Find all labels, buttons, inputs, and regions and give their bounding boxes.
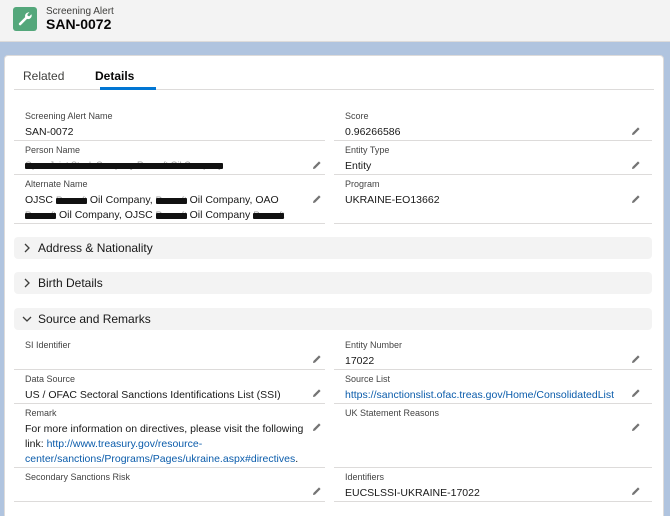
field-source-list: Source List https://sanctionslist.ofac.t…: [334, 370, 652, 404]
field-label: Identifiers: [345, 472, 385, 482]
field-value: EUCSLSSI-UKRAINE-17022: [345, 487, 480, 499]
pencil-icon[interactable]: [631, 160, 641, 170]
field-score: Score 0.96266586: [334, 107, 652, 141]
record-header: Screening Alert SAN-0072: [0, 0, 670, 42]
field-identifiers: Identifiers EUCSLSSI-UKRAINE-17022: [334, 468, 652, 502]
pencil-icon[interactable]: [631, 354, 641, 364]
source-list-link[interactable]: https://sanctionslist.ofac.treas.gov/Hom…: [345, 388, 614, 403]
field-secondary-sanctions-risk: Secondary Sanctions Risk: [14, 468, 325, 502]
chevron-right-icon: [24, 243, 30, 253]
field-label: Entity Number: [345, 340, 403, 350]
field-label: Entity Type: [345, 145, 390, 155]
field-si-identifier: SI Identifier: [14, 336, 325, 370]
field-label: Screening Alert Name: [25, 111, 113, 121]
field-value: US / OFAC Sectoral Sanctions Identificat…: [25, 389, 281, 401]
active-tab-indicator: [100, 87, 156, 90]
field-uk-statement-reasons: UK Statement Reasons: [334, 404, 652, 468]
chevron-down-icon: [22, 316, 32, 322]
pencil-icon[interactable]: [312, 486, 322, 496]
section-source-remarks[interactable]: Source and Remarks: [14, 308, 652, 330]
pencil-icon[interactable]: [631, 194, 641, 204]
remark-link[interactable]: http://www.treasury.gov/resource-: [47, 438, 203, 450]
section-title: Birth Details: [38, 276, 103, 290]
field-entity-type: Entity Type Entity: [334, 141, 652, 175]
section-birth-details[interactable]: Birth Details: [14, 272, 652, 294]
pencil-icon[interactable]: [631, 126, 641, 136]
field-value: UKRAINE-EO13662: [345, 194, 440, 206]
wrench-icon: [13, 7, 37, 31]
field-entity-number: Entity Number 17022: [334, 336, 652, 370]
field-value: OJSC Rosneft Oil Company, Rosneft Oil Co…: [25, 193, 285, 223]
pencil-icon[interactable]: [631, 388, 641, 398]
section-title: Address & Nationality: [38, 241, 153, 255]
field-value: Open Joint Stock Company Rosneft Oil Com…: [25, 158, 223, 173]
remark-link-continued[interactable]: center/sanctions/Programs/Pages/ukraine.…: [25, 453, 295, 465]
field-value: 0.96266586: [345, 126, 401, 138]
field-value: SAN-0072: [25, 126, 74, 138]
tab-details[interactable]: Details: [95, 69, 134, 83]
field-person-name: Person Name Open Joint Stock Company Ros…: [14, 141, 325, 175]
field-label: Secondary Sanctions Risk: [25, 472, 131, 482]
field-value: Entity: [345, 160, 372, 172]
field-label: Score: [345, 111, 369, 121]
field-value: 17022: [345, 355, 375, 367]
field-alternate-name: Alternate Name OJSC Rosneft Oil Company,…: [14, 175, 325, 224]
redacted-person-name: Open Joint Stock Company Rosneft Oil Com…: [25, 158, 223, 173]
pencil-icon[interactable]: [631, 486, 641, 496]
pencil-icon[interactable]: [312, 388, 322, 398]
field-value: For more information on directives, plea…: [25, 423, 304, 465]
tab-related[interactable]: Related: [23, 69, 64, 83]
pencil-icon[interactable]: [312, 160, 322, 170]
field-remark: Remark For more information on directive…: [14, 404, 325, 468]
pencil-icon[interactable]: [312, 194, 322, 204]
field-screening-alert-name: Screening Alert Name SAN-0072: [14, 107, 325, 141]
record-title: SAN-0072: [46, 16, 112, 32]
field-label: Program: [345, 179, 380, 189]
section-title: Source and Remarks: [38, 312, 151, 326]
tab-bar: Related Details: [14, 60, 654, 90]
chevron-right-icon: [24, 278, 30, 288]
page-band: [0, 43, 670, 55]
section-address-nationality[interactable]: Address & Nationality: [14, 237, 652, 259]
pencil-icon[interactable]: [631, 422, 641, 432]
field-label: SI Identifier: [25, 340, 71, 350]
pencil-icon[interactable]: [312, 354, 322, 364]
field-label: Remark: [25, 408, 57, 418]
field-label: Source List: [345, 374, 391, 384]
field-label: Alternate Name: [25, 179, 88, 189]
field-label: Person Name: [25, 145, 81, 155]
pencil-icon[interactable]: [312, 422, 322, 432]
field-label: UK Statement Reasons: [345, 408, 440, 418]
field-data-source: Data Source US / OFAC Sectoral Sanctions…: [14, 370, 325, 404]
field-label: Data Source: [25, 374, 76, 384]
field-program: Program UKRAINE-EO13662: [334, 175, 652, 224]
